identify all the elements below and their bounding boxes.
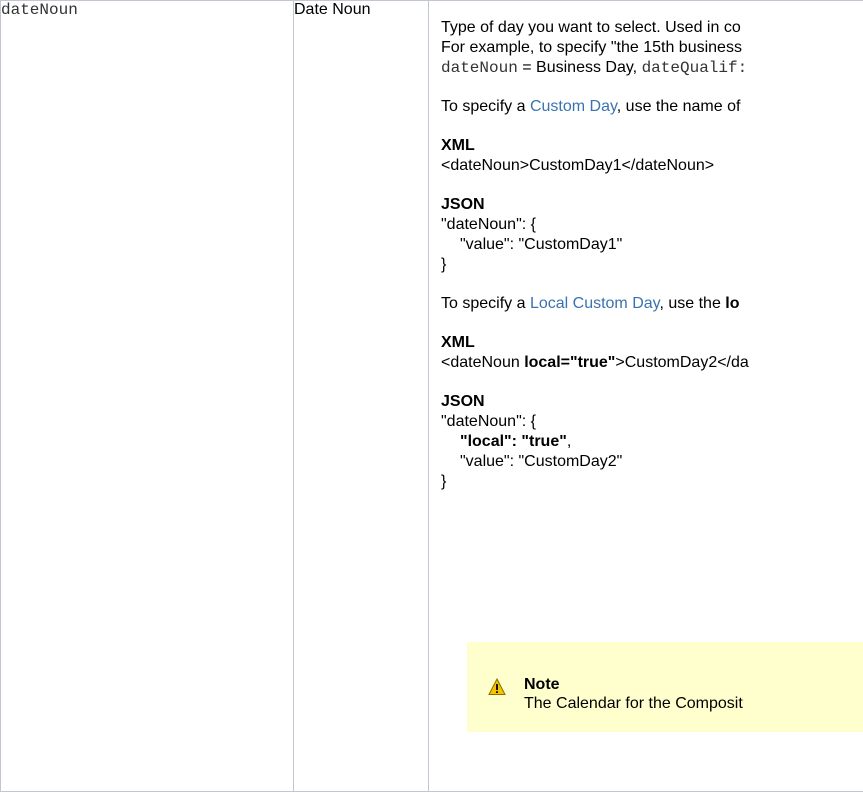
json-1-value: "value": "CustomDay1" [460, 236, 623, 253]
code-date-noun: dateNoun [441, 59, 518, 77]
description-line-2: For example, to specify "the 15th busine… [441, 39, 742, 56]
xml-2-start: <dateNoun [441, 354, 525, 371]
xml-2-end: >CustomDay2</da [615, 354, 749, 371]
description-line-3-text: = Business Day, [517, 59, 642, 76]
local-custom-day-paragraph: To specify a Local Custom Day, use the l… [441, 294, 863, 314]
xml-heading-1: XML [441, 137, 475, 154]
description-content: Type of day you want to select. Used in … [441, 18, 863, 492]
json-2-open: "dateNoun": { [441, 413, 536, 430]
xml-example-2: <dateNoun local="true">CustomDay2</da [441, 353, 863, 373]
param-name-cell: dateNoun [0, 0, 294, 792]
description-line-3: dateNoun = Business Day, dateQualif: [441, 58, 863, 78]
xml-example-1: <dateNoun>CustomDay1</dateNoun> [441, 157, 715, 174]
custom-day-suffix: , use the name of [616, 98, 741, 115]
custom-day-link[interactable]: Custom Day [530, 98, 617, 115]
code-date-qualifier: dateQualif: [641, 59, 748, 77]
xml-heading-2: XML [441, 334, 475, 351]
json-2-value: "value": "CustomDay2" [460, 453, 623, 470]
xml-2-local-attr: local="true" [524, 354, 616, 371]
parameters-table: dateNoun Date Noun Type of day you want … [0, 0, 863, 792]
json-heading-2: JSON [441, 393, 485, 410]
json-2-local: "local": "true", [441, 432, 863, 452]
json-2-close: } [441, 473, 447, 490]
json-heading-1: JSON [441, 196, 485, 213]
custom-day-prefix: To specify a [441, 98, 530, 115]
note-body: The Calendar for the Composit [524, 695, 743, 712]
json-1-open: "dateNoun": { [441, 216, 536, 233]
json-2-local-comma: , [566, 433, 572, 450]
local-day-suffix: , use the [659, 295, 726, 312]
param-name: dateNoun [1, 1, 78, 19]
local-day-bold: lo [725, 295, 740, 312]
json-1-close: } [441, 256, 447, 273]
json-2-local-bold: "local": "true" [460, 433, 567, 450]
param-label: Date Noun [294, 1, 371, 18]
custom-day-paragraph: To specify a Custom Day, use the name of [441, 97, 863, 117]
warning-icon [488, 678, 506, 695]
param-description-cell: Type of day you want to select. Used in … [428, 0, 863, 792]
table-row: dateNoun Date Noun Type of day you want … [0, 0, 863, 792]
note-panel: Note The Calendar for the Composit [467, 642, 863, 732]
description-line-1: Type of day you want to select. Used in … [441, 19, 741, 36]
local-day-prefix: To specify a [441, 295, 530, 312]
param-label-cell: Date Noun [293, 0, 429, 792]
local-custom-day-link[interactable]: Local Custom Day [530, 295, 660, 312]
note-title: Note [524, 676, 560, 693]
